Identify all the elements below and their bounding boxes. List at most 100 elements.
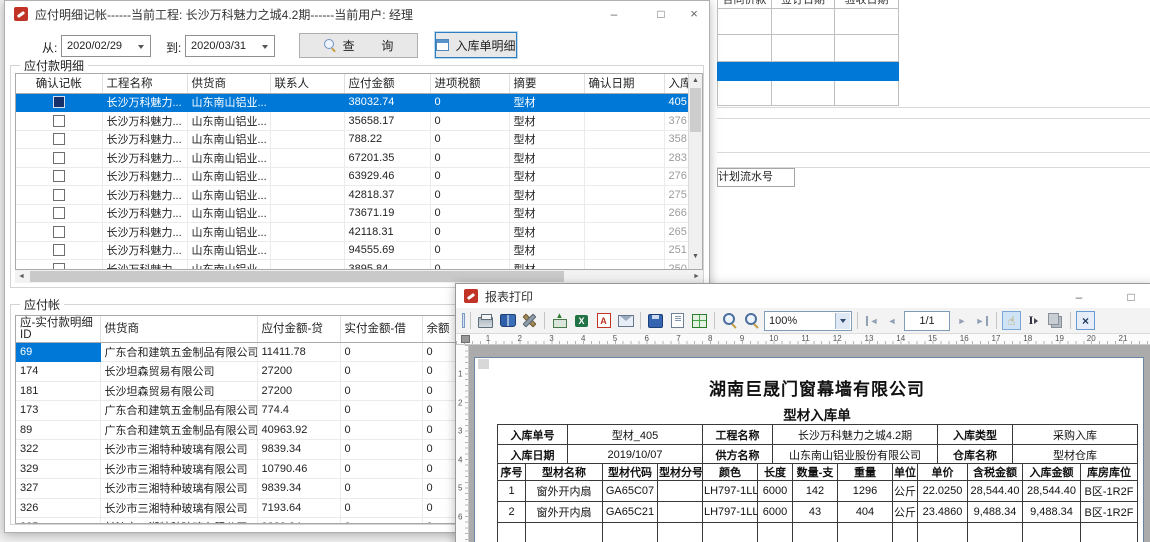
- print-setup-icon[interactable]: [520, 311, 539, 330]
- export-excel-icon[interactable]: [572, 311, 591, 330]
- confirm-checkbox[interactable]: [53, 96, 65, 108]
- last-page-button[interactable]: ►: [974, 316, 988, 326]
- cell: 9,488.34: [1023, 502, 1081, 523]
- cell: [1081, 523, 1138, 542]
- id-cell: 174: [16, 362, 100, 382]
- page-number-input[interactable]: 1/1: [904, 311, 950, 331]
- confirm-checkbox[interactable]: [53, 152, 65, 164]
- table-row[interactable]: 长沙万科魅力...山东南山铝业...63929.460型材276: [16, 167, 688, 186]
- table-row[interactable]: 长沙万科魅力...山东南山铝业...73671.190型材266: [16, 204, 688, 223]
- confirm-checkbox[interactable]: [53, 244, 65, 256]
- titlebar[interactable]: 报表打印 – □ ×: [456, 284, 1150, 308]
- table-row[interactable]: 181长沙坦森贸易有限公司2720000: [16, 381, 462, 401]
- table-row[interactable]: 长沙万科魅力...山东南山铝业...788.220型材358: [16, 130, 688, 149]
- zoom-level-combo[interactable]: 100%: [764, 311, 852, 331]
- table-row[interactable]: 173广东合和建筑五金制品有限公司774.400: [16, 401, 462, 421]
- receipt-detail-button[interactable]: 入库单明细: [435, 32, 517, 58]
- table-row[interactable]: 长沙万科魅力...山东南山铝业...67201.350型材283: [16, 149, 688, 168]
- confirm-checkbox[interactable]: [53, 170, 65, 182]
- confirm-checkbox[interactable]: [53, 226, 65, 238]
- zoom-level-value: 100%: [769, 315, 797, 327]
- print-icon[interactable]: [476, 311, 495, 330]
- table-row[interactable]: 326长沙市三湘特种玻璃有限公司7193.6400: [16, 498, 462, 518]
- table-row[interactable]: 长沙万科魅力...山东南山铝业...42818.370型材275: [16, 186, 688, 205]
- col-supplier[interactable]: 供货商: [100, 316, 257, 342]
- prev-page-button[interactable]: ◄: [883, 316, 901, 326]
- next-page-button[interactable]: ►: [953, 316, 971, 326]
- hand-tool-icon[interactable]: ☝: [1002, 311, 1021, 330]
- col-credit[interactable]: 应付金额-贷: [257, 316, 340, 342]
- table-row[interactable]: 322长沙市三湘特种玻璃有限公司9839.3400: [16, 440, 462, 460]
- col-tax[interactable]: 进项税额: [430, 74, 509, 93]
- close-button[interactable]: ×: [679, 1, 709, 26]
- from-date-combo[interactable]: 2020/02/29: [61, 35, 151, 57]
- zoom-out-icon[interactable]: [742, 311, 761, 330]
- table-row[interactable]: 长沙万科魅力...山东南山铝业...94555.690型材251: [16, 241, 688, 260]
- query-button[interactable]: 查 询: [299, 33, 418, 58]
- to-date-combo[interactable]: 2020/03/31: [185, 35, 275, 57]
- summary-cell: 型材: [509, 260, 584, 271]
- payable-detail-group-label: 应付款明细: [20, 57, 88, 74]
- minimize-button[interactable]: –: [1064, 284, 1094, 309]
- table-row[interactable]: 325长沙市三湘特种玻璃有限公司9839.3400: [16, 518, 462, 525]
- table-row[interactable]: [718, 80, 899, 105]
- panel-icon[interactable]: [456, 311, 465, 330]
- export-icon[interactable]: [550, 311, 569, 330]
- scroll-up-icon[interactable]: ▲: [689, 74, 702, 87]
- col-project[interactable]: 工程名称: [102, 74, 187, 93]
- col-contact[interactable]: 联系人: [270, 74, 344, 93]
- copy-icon[interactable]: [1046, 311, 1065, 330]
- dropdown-arrow-icon[interactable]: [835, 313, 850, 329]
- table-row[interactable]: 长沙万科魅力...山东南山铝业...38032.740型材405: [16, 93, 688, 112]
- confirm-checkbox[interactable]: [53, 133, 65, 145]
- horizontal-scrollbar[interactable]: ◄ ►: [15, 270, 703, 283]
- col-supplier[interactable]: 供货商: [187, 74, 270, 93]
- minimize-button[interactable]: –: [599, 1, 629, 26]
- vertical-scrollbar[interactable]: ▲ ▼: [688, 74, 702, 269]
- titlebar[interactable]: 应付明细记帐------当前工程: 长沙万科魅力之城4.2期------当前用户…: [5, 1, 709, 27]
- scrollbar-thumb[interactable]: [30, 271, 564, 282]
- export-pdf-icon[interactable]: [594, 311, 613, 330]
- col-receipt[interactable]: 入库: [664, 74, 688, 93]
- first-page-button[interactable]: ◄: [866, 316, 880, 326]
- table-row[interactable]: 长沙万科魅力...山东南山铝业...35658.170型材376: [16, 112, 688, 131]
- table-export-icon[interactable]: [690, 311, 709, 330]
- save-icon[interactable]: [646, 311, 665, 330]
- col-summary[interactable]: 摘要: [509, 74, 584, 93]
- col-amount[interactable]: 应付金额: [344, 74, 430, 93]
- table-row[interactable]: 89广东合和建筑五金制品有限公司40963.9200: [16, 420, 462, 440]
- table-row[interactable]: [718, 8, 899, 34]
- table-row[interactable]: 69广东合和建筑五金制品有限公司11411.7800: [16, 342, 462, 362]
- table-row[interactable]: 174长沙坦森贸易有限公司2720000: [16, 362, 462, 382]
- book-icon[interactable]: [498, 311, 517, 330]
- confirm-checkbox[interactable]: [53, 115, 65, 127]
- col-confirm-date[interactable]: 确认日期: [584, 74, 664, 93]
- table-row-selected[interactable]: [718, 61, 899, 80]
- zoom-in-icon[interactable]: [720, 311, 739, 330]
- table-row[interactable]: 长沙万科魅力...山东南山铝业...3895.840型材250: [16, 260, 688, 271]
- scroll-down-icon[interactable]: ▼: [689, 250, 702, 263]
- maximize-button[interactable]: □: [1116, 284, 1146, 309]
- info-label: 入库类型: [938, 425, 1013, 445]
- project-cell: 长沙万科魅力...: [102, 204, 187, 223]
- confirm-checkbox[interactable]: [53, 207, 65, 219]
- table-row[interactable]: 329长沙市三湘特种玻璃有限公司10790.4600: [16, 459, 462, 479]
- scroll-left-icon[interactable]: ◄: [15, 270, 28, 283]
- debit-cell: 0: [340, 459, 422, 479]
- search-icon: [324, 39, 337, 52]
- col-id[interactable]: 应-实付款明细ID: [16, 316, 100, 342]
- table-row[interactable]: 长沙万科魅力...山东南山铝业...42118.310型材265: [16, 223, 688, 242]
- table-row[interactable]: 327长沙市三湘特种玻璃有限公司9839.3400: [16, 479, 462, 499]
- col-debit[interactable]: 实付金额-借: [340, 316, 422, 342]
- scroll-right-icon[interactable]: ►: [690, 270, 703, 283]
- confirm-checkbox[interactable]: [53, 189, 65, 201]
- close-preview-icon[interactable]: ×: [1076, 311, 1095, 330]
- table-row[interactable]: [718, 34, 899, 61]
- scrollbar-thumb[interactable]: [690, 88, 701, 132]
- confirm-checkbox[interactable]: [53, 263, 65, 270]
- maximize-button[interactable]: □: [646, 1, 676, 26]
- col-confirm[interactable]: 确认记帐: [16, 74, 102, 93]
- text-select-tool-icon[interactable]: I: [1024, 311, 1043, 330]
- email-icon[interactable]: [616, 311, 635, 330]
- document-icon[interactable]: [668, 311, 687, 330]
